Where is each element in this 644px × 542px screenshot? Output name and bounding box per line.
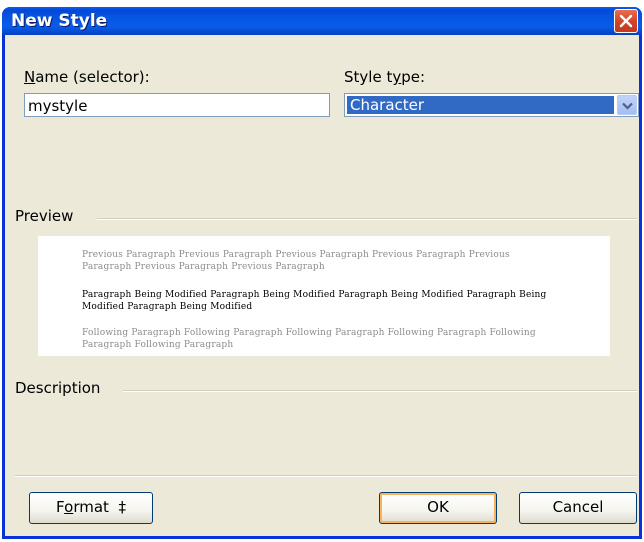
dialog-title: New Style	[11, 11, 108, 31]
close-button[interactable]	[614, 9, 638, 33]
preview-previous-paragraph: Previous Paragraph Previous Paragraph Pr…	[82, 250, 510, 272]
description-group-label: Description	[15, 379, 101, 397]
preview-following-paragraph: Following Paragraph Following Paragraph …	[82, 328, 536, 350]
format-menu-arrow-icon: ‡	[118, 498, 126, 516]
preview-group-label: Preview	[15, 207, 74, 225]
name-label: Name (selector):	[24, 68, 150, 86]
cancel-button[interactable]: Cancel	[519, 492, 637, 524]
button-area-separator	[15, 475, 637, 477]
preview-group-divider	[97, 218, 637, 220]
ok-button[interactable]: OK	[379, 492, 497, 524]
style-type-select[interactable]: Character	[344, 93, 639, 117]
preview-pane: Previous Paragraph Previous Paragraph Pr…	[38, 236, 610, 356]
preview-modified-paragraph: Paragraph Being Modified Paragraph Being…	[82, 290, 547, 312]
close-icon	[619, 14, 633, 28]
title-bar[interactable]: New Style	[2, 7, 642, 35]
dialog-body: Name (selector): Style type: mystyle Cha…	[5, 35, 639, 536]
description-group-divider	[123, 390, 637, 392]
name-input[interactable]: mystyle	[24, 93, 330, 117]
new-style-dialog: New Style Name (selector): Style type: m…	[2, 7, 642, 539]
style-type-selected-value: Character	[347, 96, 614, 114]
chevron-down-icon	[622, 102, 633, 110]
style-type-dropdown-button[interactable]	[617, 95, 637, 115]
style-type-label: Style type:	[344, 68, 426, 86]
format-button[interactable]: Format ‡	[29, 492, 153, 524]
